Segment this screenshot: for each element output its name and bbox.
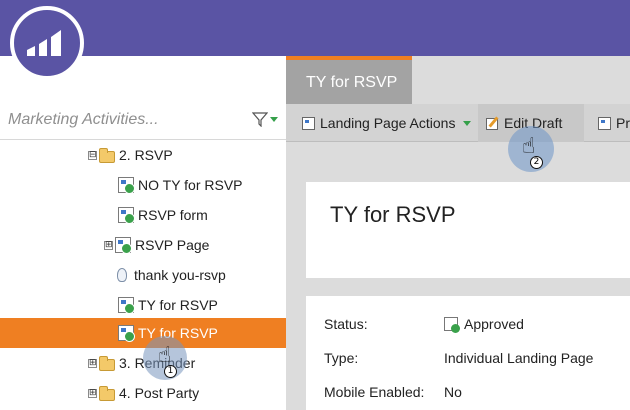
tree-item-label: 2. RSVP — [119, 147, 173, 163]
landing-page-actions-label: Landing Page Actions — [320, 115, 456, 131]
collapse-icon[interactable]: ⊟ — [88, 150, 97, 160]
tree-item-label: RSVP form — [138, 207, 208, 223]
toolbar: Landing Page Actions Edit Draft Pr — [286, 104, 630, 142]
top-header-bar — [0, 0, 630, 56]
landing-page-approved-icon — [118, 297, 135, 314]
tree-item-thank-you-rsvp[interactable]: thank you-rsvp — [0, 260, 286, 290]
hand-cursor-icon: ☝ — [158, 343, 172, 368]
expand-icon[interactable]: ⊞ — [104, 240, 113, 250]
status-text: Approved — [464, 316, 524, 332]
search-bar — [0, 100, 286, 140]
step-badge-1: 1 — [164, 365, 177, 378]
marketo-logo[interactable] — [10, 6, 84, 80]
expand-icon[interactable]: ⊞ — [88, 388, 97, 398]
tree-item-label: TY for RSVP — [138, 325, 218, 341]
landing-page-approved-icon — [118, 177, 135, 194]
type-value: Individual Landing Page — [444, 350, 594, 366]
tree-item-no-ty-for-rsvp[interactable]: NO TY for RSVP — [0, 170, 286, 200]
approved-icon — [444, 317, 460, 333]
edit-pencil-icon — [486, 116, 500, 130]
asset-title-card: TY for RSVP — [306, 182, 630, 278]
preview-icon — [598, 116, 611, 130]
tree-item-rsvp-form[interactable]: RSVP form — [0, 200, 286, 230]
tree-item-ty-for-rsvp-selected[interactable]: TY for RSVP — [0, 318, 286, 348]
landing-page-approved-icon — [118, 325, 135, 342]
step-badge-2: 2 — [530, 156, 543, 169]
filter-button[interactable] — [252, 108, 278, 130]
tree-item-post-party-folder[interactable]: ⊞ 4. Post Party — [0, 378, 286, 408]
status-label: Status: — [324, 316, 368, 332]
landing-page-actions-button[interactable]: Landing Page Actions — [294, 104, 479, 142]
type-label: Type: — [324, 350, 359, 366]
mobile-enabled-label: Mobile Enabled: — [324, 384, 425, 400]
folder-icon — [99, 147, 115, 163]
folder-icon — [99, 385, 115, 401]
chevron-down-icon — [463, 120, 472, 126]
tree-item-rsvp-folder[interactable]: ⊟ 2. RSVP — [0, 140, 286, 170]
landing-page-icon — [302, 116, 315, 130]
tree-item-ty-for-rsvp[interactable]: TY for RSVP — [0, 290, 286, 320]
tree-item-label: 4. Post Party — [119, 385, 200, 401]
preview-label: Pr — [616, 115, 630, 131]
asset-details: Status: Approved Type: Individual Landin… — [306, 296, 630, 410]
page-title: TY for RSVP — [330, 202, 456, 227]
landing-page-draft-icon — [115, 237, 132, 254]
folder-icon — [99, 355, 115, 371]
mobile-enabled-value: No — [444, 384, 462, 400]
logo-bars-icon — [27, 30, 61, 56]
preview-button[interactable]: Pr — [590, 104, 630, 142]
tree-item-label: thank you-rsvp — [134, 267, 226, 283]
form-approved-icon — [118, 207, 135, 224]
chevron-down-icon — [270, 116, 278, 122]
lightbulb-icon — [117, 268, 127, 282]
tab-label: TY for RSVP — [306, 74, 398, 91]
tree-item-label: RSVP Page — [135, 237, 210, 253]
content-panel: TY for RSVP Landing Page Actions Edit Dr… — [286, 56, 630, 410]
tree-item-label: NO TY for RSVP — [138, 177, 243, 193]
tree-item-label: TY for RSVP — [138, 297, 218, 313]
tree-item-rsvp-page[interactable]: ⊞ RSVP Page — [0, 230, 286, 260]
search-input[interactable] — [8, 106, 238, 134]
hand-cursor-icon: ☝ — [522, 134, 536, 159]
expand-icon[interactable]: ⊞ — [88, 358, 97, 368]
filter-funnel-icon — [252, 112, 268, 127]
tab-ty-for-rsvp[interactable]: TY for RSVP — [286, 56, 412, 104]
status-value: Approved — [444, 316, 524, 333]
